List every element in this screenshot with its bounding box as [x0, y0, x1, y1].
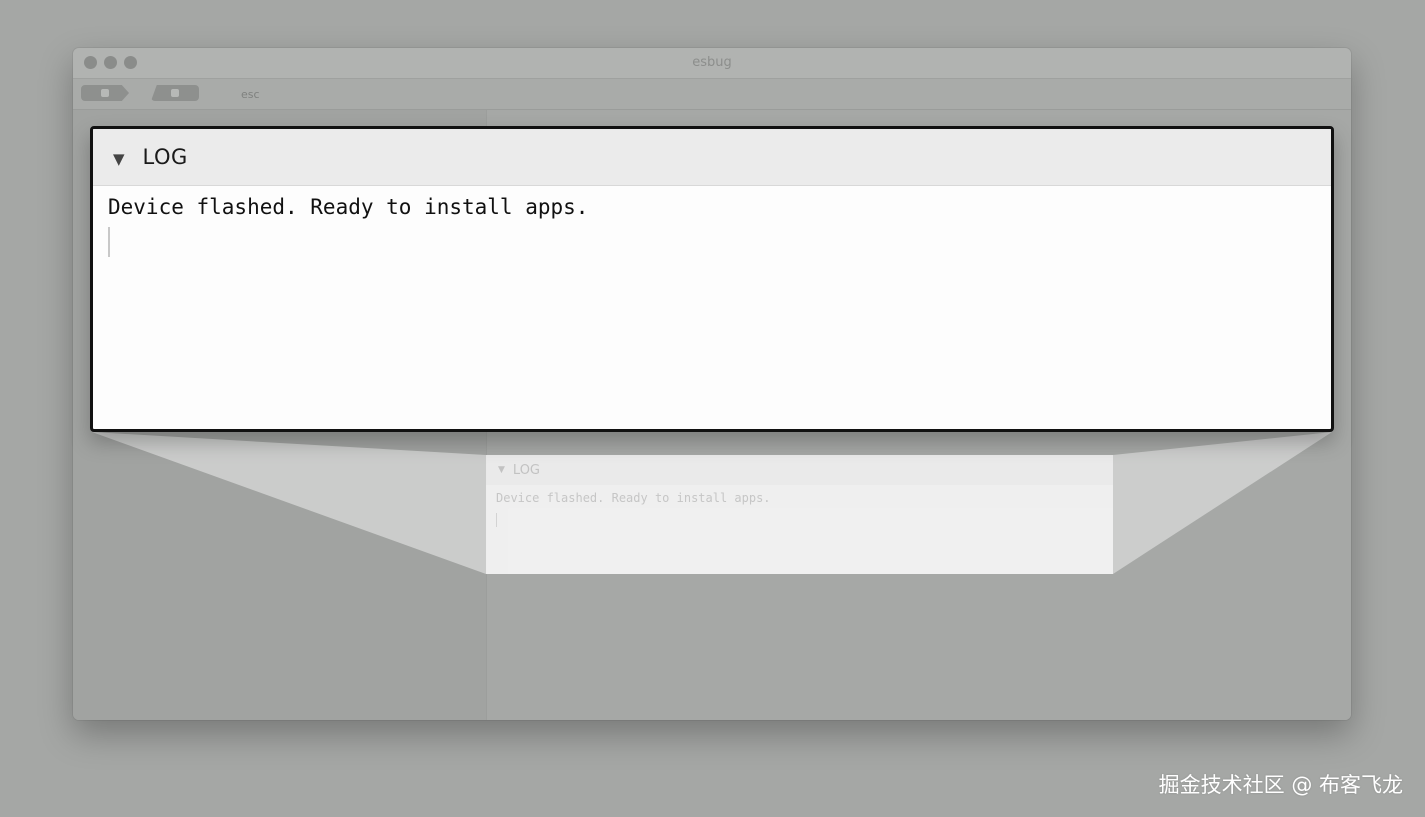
stop-icon	[171, 89, 179, 97]
stop-button[interactable]	[151, 85, 199, 101]
toolbar: esc	[73, 79, 1351, 110]
collapse-triangle-icon: ▼	[498, 465, 505, 475]
watermark: 掘金技术社区 @ 布客飞龙	[1158, 773, 1403, 797]
log-panel-zoomed: ▼ LOG Device flashed. Ready to install a…	[90, 126, 1334, 432]
log-panel-original-title: LOG	[512, 462, 541, 478]
log-panel-original-body: Device flashed. Ready to install apps.	[486, 485, 1113, 533]
log-panel-header[interactable]: ▼ LOG	[93, 129, 1331, 186]
title-bar: esbug	[73, 48, 1351, 79]
toolbar-label[interactable]: esc	[241, 88, 260, 101]
log-output[interactable]: Device flashed. Ready to install apps.	[93, 186, 1331, 264]
log-panel-original-header[interactable]: ▼ LOG	[486, 455, 1113, 485]
window-title: esbug	[692, 55, 732, 70]
log-panel-original: ▼ LOG Device flashed. Ready to install a…	[486, 455, 1113, 574]
log-panel-title: LOG	[142, 145, 188, 169]
text-caret	[108, 227, 110, 257]
run-icon	[101, 89, 109, 97]
log-message-original: Device flashed. Ready to install apps.	[496, 491, 771, 505]
run-button[interactable]	[81, 85, 129, 101]
collapse-triangle-icon[interactable]: ▼	[113, 150, 125, 168]
log-message: Device flashed. Ready to install apps.	[108, 195, 589, 219]
text-caret	[496, 513, 497, 527]
